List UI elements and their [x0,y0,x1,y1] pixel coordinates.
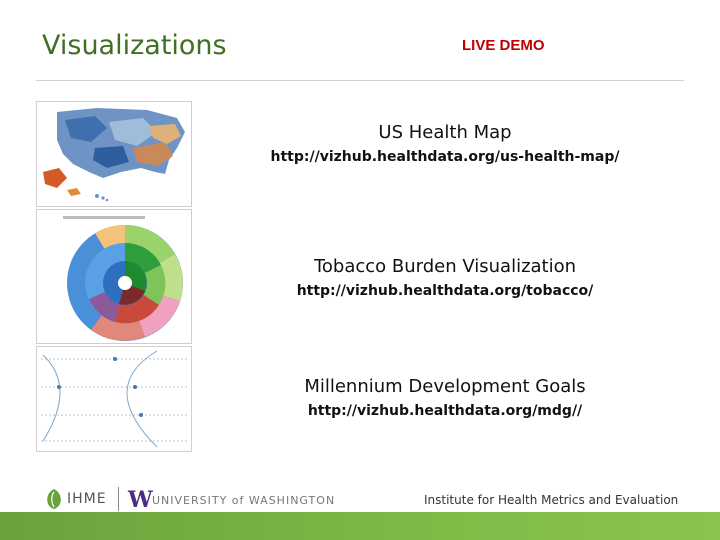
mdg-chart-thumbnail[interactable] [36,346,192,452]
us-health-map-thumbnail[interactable] [36,101,192,207]
us-health-map-link[interactable]: http://vizhub.healthdata.org/us-health-m… [190,149,700,165]
ihme-logo-icon [47,489,61,509]
logo-divider [118,487,119,511]
institute-name: Institute for Health Metrics and Evaluat… [424,493,679,507]
uw-logo-icon: W [128,487,153,513]
tobacco-sunburst-thumbnail[interactable] [36,209,192,344]
tobacco-entry: Tobacco Burden Visualization http://vizh… [190,256,700,299]
mdg-link[interactable]: http://vizhub.healthdata.org/mdg// [190,403,700,419]
us-health-map-entry: US Health Map http://vizhub.healthdata.o… [190,122,700,165]
tobacco-title: Tobacco Burden Visualization [313,256,577,277]
uw-logo-text: UNIVERSITY of WASHINGTON [152,494,336,507]
slide-title: Visualizations [42,30,227,61]
live-demo-label: LIVE DEMO [462,37,545,54]
mdg-title: Millennium Development Goals [304,376,586,397]
tobacco-link[interactable]: http://vizhub.healthdata.org/tobacco/ [190,283,700,299]
ihme-logo-text: IHME [67,491,107,507]
us-health-map-title: US Health Map [378,122,512,143]
footer-green-band [0,512,720,540]
title-divider [36,80,684,81]
mdg-entry: Millennium Development Goals http://vizh… [190,376,700,419]
